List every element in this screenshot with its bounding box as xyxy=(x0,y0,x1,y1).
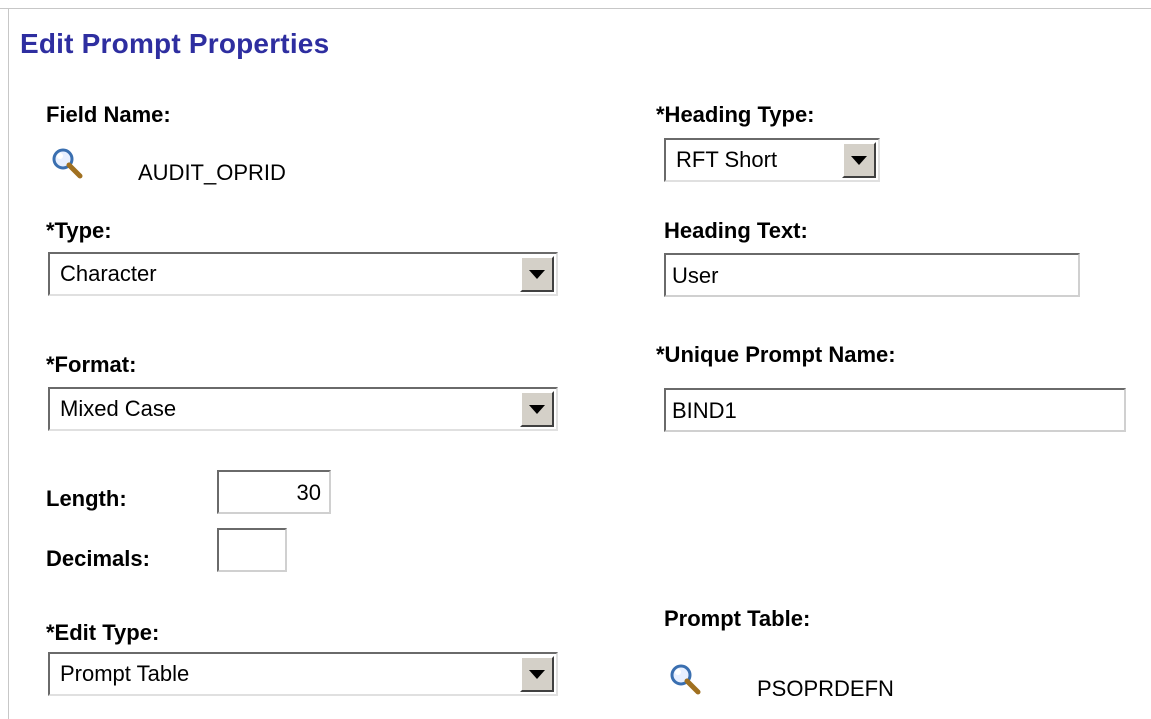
decimals-input[interactable] xyxy=(217,528,287,572)
chevron-down-icon xyxy=(529,270,545,279)
magnifier-icon[interactable] xyxy=(50,146,84,180)
heading-text-value: User xyxy=(672,263,719,288)
chevron-down-icon xyxy=(529,405,545,414)
edit-type-dropdown-button[interactable] xyxy=(520,656,554,692)
edit-type-select-value: Prompt Table xyxy=(60,661,190,686)
format-select-value: Mixed Case xyxy=(60,396,177,421)
heading-type-select[interactable]: RFT Short xyxy=(664,138,880,182)
heading-type-label: *Heading Type: xyxy=(656,102,815,127)
type-label: *Type: xyxy=(46,218,112,243)
unique-prompt-name-label: *Unique Prompt Name: xyxy=(656,342,896,367)
length-value: 30 xyxy=(296,480,321,505)
decimals-label: Decimals: xyxy=(46,546,150,571)
length-input[interactable]: 30 xyxy=(217,470,331,514)
edit-type-label: *Edit Type: xyxy=(46,620,160,645)
heading-text-input[interactable]: User xyxy=(664,253,1080,297)
type-select-value: Character xyxy=(60,261,157,286)
chevron-down-icon xyxy=(851,156,867,165)
edit-type-select[interactable]: Prompt Table xyxy=(48,652,558,696)
magnifier-icon[interactable] xyxy=(668,662,702,696)
type-select[interactable]: Character xyxy=(48,252,558,296)
field-name-label: Field Name: xyxy=(46,102,171,127)
prompt-table-label: Prompt Table: xyxy=(664,606,811,631)
left-divider xyxy=(8,8,9,719)
field-name-value: AUDIT_OPRID xyxy=(138,160,286,185)
heading-text-label: Heading Text: xyxy=(664,218,808,243)
page-title: Edit Prompt Properties xyxy=(20,28,330,59)
top-divider xyxy=(0,8,1151,9)
chevron-down-icon xyxy=(529,670,545,679)
format-dropdown-button[interactable] xyxy=(520,391,554,427)
length-label: Length: xyxy=(46,486,127,511)
unique-prompt-name-input[interactable]: BIND1 xyxy=(664,388,1126,432)
unique-prompt-name-value: BIND1 xyxy=(672,398,737,423)
prompt-table-value: PSOPRDEFN xyxy=(757,676,894,701)
heading-type-dropdown-button[interactable] xyxy=(842,142,876,178)
heading-type-select-value: RFT Short xyxy=(676,147,778,172)
edit-prompt-properties-panel: Edit Prompt Properties Field Name: AUDIT… xyxy=(0,0,1151,719)
format-select[interactable]: Mixed Case xyxy=(48,387,558,431)
format-label: *Format: xyxy=(46,352,137,377)
type-dropdown-button[interactable] xyxy=(520,256,554,292)
